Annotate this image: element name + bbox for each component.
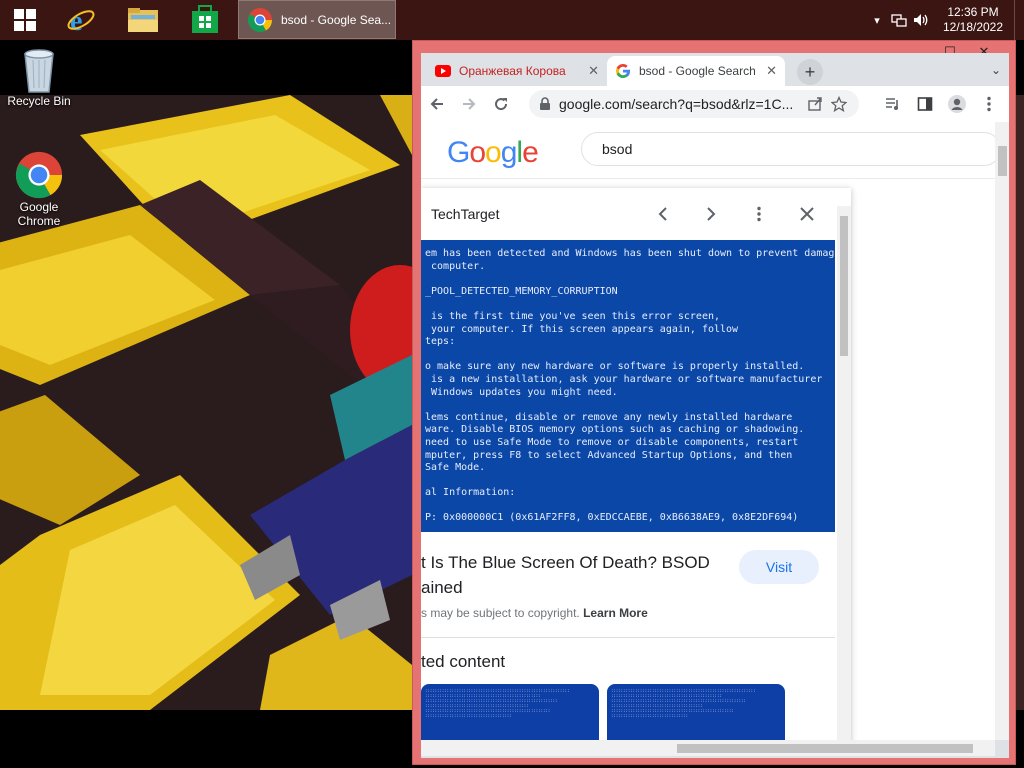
avatar-icon (948, 95, 966, 113)
arrow-right-icon (463, 98, 476, 110)
side-panel-button[interactable] (909, 88, 941, 120)
more-vert-icon (757, 206, 761, 222)
windows-logo-icon (14, 9, 36, 31)
close-tab-icon[interactable]: ✕ (588, 63, 599, 79)
wallpaper-edge (1016, 95, 1024, 710)
taskbar-chrome-window[interactable]: bsod - Google Sea... (238, 0, 396, 39)
clock-time: 12:36 PM (947, 5, 999, 19)
more-vert-icon (987, 96, 991, 112)
browser-toolbar: google.com/search?q=bsod&rlz=1C... (421, 86, 1009, 122)
start-button[interactable] (0, 0, 50, 40)
search-input[interactable]: bsod (581, 132, 995, 166)
side-panel-icon (917, 97, 933, 111)
panel-scrollbar[interactable] (837, 206, 851, 740)
network-icon[interactable] (888, 0, 910, 40)
address-url: google.com/search?q=bsod&rlz=1C... (559, 96, 794, 112)
page-vertical-scrollbar[interactable] (995, 122, 1009, 740)
close-tab-icon[interactable]: ✕ (766, 63, 777, 79)
chevron-up-icon[interactable]: ▾ (866, 0, 888, 40)
volume-icon[interactable] (910, 0, 932, 40)
address-bar[interactable]: google.com/search?q=bsod&rlz=1C... (529, 90, 859, 118)
next-image-button[interactable] (695, 200, 727, 228)
reload-icon (495, 98, 508, 111)
tab-title: bsod - Google Search (639, 64, 756, 78)
taskbar-window-title: bsod - Google Sea... (281, 12, 392, 27)
tab-google-search[interactable]: bsod - Google Search ✕ (607, 56, 785, 86)
desktop-icon-google-chrome[interactable]: Google Chrome (1, 150, 77, 228)
share-icon[interactable] (807, 96, 823, 112)
more-options-button[interactable] (743, 200, 775, 228)
google-icon (616, 64, 630, 78)
chevron-right-icon (707, 207, 716, 221)
search-query: bsod (602, 141, 633, 157)
arrow-left-icon (430, 98, 443, 110)
lock-icon (540, 97, 550, 110)
forward-button[interactable] (453, 88, 485, 120)
youtube-icon (435, 65, 451, 77)
browser-frame: Оранжевая Корова ✕ bsod - Google Search … (421, 53, 1009, 758)
tab-title: Оранжевая Корова (459, 64, 566, 78)
chrome-icon (15, 151, 63, 199)
desktop-icon-label: Google Chrome (17, 200, 61, 228)
back-button[interactable] (421, 88, 453, 120)
page-content: Google bsod TechTarget em has been detec… (421, 122, 995, 740)
related-thumbnails: ::::::::::::::::::::::::::::::::::::::::… (421, 684, 785, 740)
taskbar-file-explorer[interactable] (112, 0, 174, 40)
divider (421, 637, 835, 638)
image-preview-panel: TechTarget em has been detected and Wind… (421, 188, 851, 740)
tab-search-icon[interactable]: ⌄ (991, 63, 1001, 77)
new-tab-button[interactable]: + (797, 59, 823, 85)
related-image-1[interactable]: ::::::::::::::::::::::::::::::::::::::::… (421, 684, 599, 740)
bookmark-star-icon[interactable] (831, 96, 847, 112)
close-panel-button[interactable] (791, 200, 823, 228)
learn-more-link[interactable]: Learn More (583, 606, 648, 620)
clock[interactable]: 12:36 PM 12/18/2022 (932, 5, 1014, 35)
system-tray: ▾ 12:36 PM 12/18/2022 (866, 0, 1024, 40)
chrome-menu-button[interactable] (973, 88, 1005, 120)
show-desktop-button[interactable] (1014, 0, 1024, 40)
taskbar: e bsod - Google Sea... ▾ 12:36 PM 12/18/… (0, 0, 1024, 40)
folder-icon (128, 8, 158, 32)
taskbar-internet-explorer[interactable]: e (50, 0, 112, 40)
copyright-notice: s may be subject to copyright. Learn Mor… (421, 606, 648, 620)
desktop-icon-recycle-bin[interactable]: Recycle Bin (1, 46, 77, 108)
google-logo[interactable]: Google (447, 136, 539, 170)
page-horizontal-scrollbar[interactable] (421, 740, 995, 756)
clock-date: 12/18/2022 (942, 20, 1004, 34)
media-control-button[interactable] (877, 88, 909, 120)
visit-button[interactable]: Visit (739, 550, 819, 584)
taskbar-store[interactable] (174, 0, 236, 40)
recycle-bin-icon (24, 49, 54, 93)
related-image-2[interactable]: ::::::::::::::::::::::::::::::::::::::::… (607, 684, 785, 740)
panel-source[interactable]: TechTarget (431, 206, 499, 222)
chrome-window: — ☐ ✕ Оранжевая Корова ✕ bsod - Google S… (412, 40, 1016, 765)
profile-button[interactable] (941, 88, 973, 120)
header-divider (421, 178, 995, 179)
playlist-icon (886, 98, 898, 110)
panel-header: TechTarget (421, 188, 851, 240)
reload-button[interactable] (485, 88, 517, 120)
scrollbar-thumb[interactable] (998, 146, 1007, 176)
previous-image-button[interactable] (647, 200, 679, 228)
related-content-heading: ted content (421, 652, 506, 671)
chrome-icon (248, 7, 272, 32)
store-icon (192, 5, 218, 33)
desktop-icon-label: Recycle Bin (7, 94, 71, 108)
scrollbar-thumb[interactable] (677, 744, 973, 753)
chevron-left-icon (658, 207, 667, 221)
close-icon (800, 207, 814, 221)
result-title[interactable]: t Is The Blue Screen Of Death? BSOD aine… (421, 550, 733, 600)
bsod-preview-image[interactable]: em has been detected and Windows has bee… (421, 240, 835, 532)
tab-youtube[interactable]: Оранжевая Корова ✕ (427, 56, 607, 86)
internet-explorer-icon: e (67, 6, 95, 35)
